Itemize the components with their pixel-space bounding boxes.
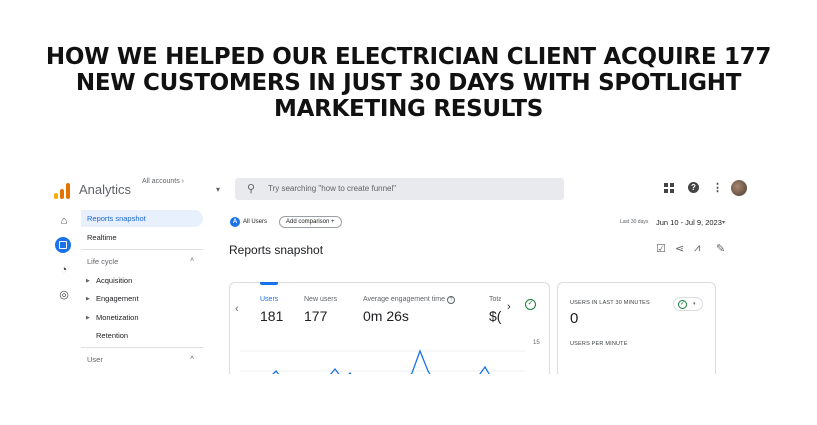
- check-circle-icon[interactable]: ✓: [525, 299, 536, 310]
- realtime-status-dropdown[interactable]: ✓ ▾: [673, 297, 703, 311]
- collapse-icon[interactable]: ˄: [190, 355, 194, 362]
- expand-icon[interactable]: ▶: [86, 278, 90, 284]
- page-title: Reports snapshot: [229, 243, 324, 257]
- previous-arrow-icon[interactable]: ‹: [235, 303, 239, 315]
- account-dropdown-icon[interactable]: ▾: [216, 185, 220, 194]
- active-tab-indicator: [260, 282, 278, 285]
- realtime-card: USERS IN LAST 30 MINUTES ✓ ▾ 0 USERS PER…: [557, 282, 716, 374]
- headline-line-2: NEW CUSTOMERS IN JUST 30 DAYS WITH SPOTL…: [75, 70, 742, 96]
- metric-total-revenue-value: $(: [489, 308, 502, 324]
- customize-report-icon[interactable]: ☑: [656, 242, 666, 255]
- date-range-picker[interactable]: Jun 10 - Jul 9, 2023: [656, 218, 722, 227]
- insights-icon[interactable]: ⩘: [694, 242, 700, 255]
- metric-users-value: 181: [260, 308, 284, 324]
- share-icon[interactable]: ⋖: [675, 242, 684, 255]
- date-range-label: Last 30 days: [620, 219, 649, 225]
- chevron-down-icon: ▾: [693, 301, 696, 307]
- edit-icon[interactable]: ✎: [716, 242, 725, 255]
- all-users-chip[interactable]: A All Users: [230, 216, 267, 227]
- users-series-line: [272, 349, 490, 374]
- metric-engagement-time-label[interactable]: Average engagement time?: [363, 296, 455, 304]
- all-accounts-link[interactable]: All accounts ›: [142, 178, 184, 185]
- check-circle-icon: ✓: [678, 300, 687, 309]
- help-icon[interactable]: ?: [688, 182, 699, 193]
- advertising-icon[interactable]: ◎: [57, 288, 71, 301]
- more-icon[interactable]: ⋮: [712, 181, 723, 194]
- metric-users-label[interactable]: Users: [260, 296, 278, 303]
- search-icon: ⚲: [247, 183, 256, 195]
- nav-divider: [81, 249, 203, 250]
- nav-divider: [81, 347, 203, 348]
- metric-total-revenue-label[interactable]: Tota: [489, 296, 501, 303]
- all-users-label: All Users: [243, 218, 268, 225]
- expand-icon[interactable]: ▶: [86, 315, 90, 321]
- nav-engagement[interactable]: Engagement: [96, 294, 139, 303]
- metric-engagement-time-value: 0m 26s: [363, 308, 409, 324]
- expand-icon[interactable]: ▶: [86, 296, 90, 302]
- nav-realtime[interactable]: Realtime: [87, 233, 117, 242]
- metric-new-users-value: 177: [304, 308, 328, 324]
- realtime-users-value: 0: [570, 310, 579, 327]
- nav-monetization[interactable]: Monetization: [96, 313, 139, 322]
- analytics-screenshot: Analytics All accounts › ▾ ⚲ Try searchi…: [54, 174, 756, 374]
- search-bar[interactable]: ⚲ Try searching "how to create funnel": [235, 178, 564, 200]
- metric-engagement-time-text: Average engagement time: [363, 296, 445, 303]
- explore-icon[interactable]: ◔: [57, 264, 71, 276]
- avatar[interactable]: [731, 180, 747, 196]
- search-input[interactable]: Try searching "how to create funnel": [268, 184, 396, 193]
- home-icon[interactable]: ⌂: [57, 215, 71, 227]
- y-axis-tick: 15: [533, 340, 540, 346]
- add-comparison-button[interactable]: Add comparison +: [279, 216, 342, 228]
- collapse-icon[interactable]: ˄: [190, 257, 194, 264]
- users-per-minute-label: USERS PER MINUTE: [570, 341, 628, 347]
- nav-acquisition[interactable]: Acquisition: [96, 276, 132, 285]
- realtime-users-label: USERS IN LAST 30 MINUTES: [570, 300, 650, 306]
- reports-icon[interactable]: [55, 237, 71, 253]
- nav-reports-snapshot[interactable]: Reports snapshot: [87, 214, 146, 223]
- next-arrow-icon[interactable]: ›: [507, 301, 511, 313]
- apps-icon[interactable]: [664, 183, 674, 193]
- app-title[interactable]: Analytics: [79, 182, 131, 197]
- nav-section-user[interactable]: User: [87, 355, 103, 364]
- headline-line-1: HOW WE HELPED OUR ELECTRICIAN CLIENT ACQ…: [45, 44, 772, 70]
- headline-line-3: MARKETING RESULTS: [274, 96, 543, 122]
- metrics-card: ‹ Users 181 New users 177 Average engage…: [229, 282, 550, 374]
- metric-new-users-label[interactable]: New users: [304, 296, 337, 303]
- headline: HOW WE HELPED OUR ELECTRICIAN CLIENT ACQ…: [40, 44, 777, 122]
- nav-section-life-cycle[interactable]: Life cycle: [87, 257, 118, 266]
- users-line-chart: [240, 349, 525, 374]
- all-users-badge: A: [230, 216, 240, 227]
- nav-retention[interactable]: Retention: [96, 331, 128, 340]
- help-icon[interactable]: ?: [446, 296, 455, 304]
- chevron-down-icon[interactable]: ▾: [722, 219, 725, 226]
- analytics-logo-icon[interactable]: [54, 183, 72, 199]
